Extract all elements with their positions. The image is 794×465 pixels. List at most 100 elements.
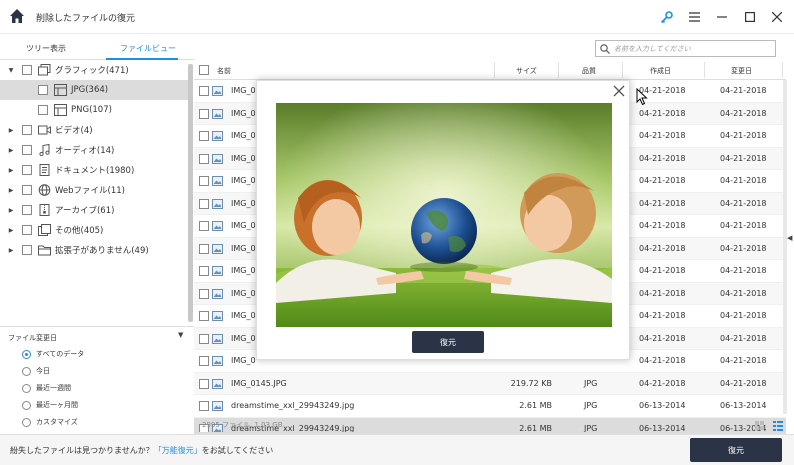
table-row[interactable]: IMG_0145.JPG 219.72 KB JPG 04-21-2018 04-21-… — [194, 372, 786, 395]
radio-button[interactable] — [22, 400, 31, 410]
column-header-size[interactable]: サイズ — [516, 66, 537, 76]
filter-option-custom[interactable]: カスタマイズ — [22, 417, 78, 427]
chevron-right-icon[interactable]: ▶ — [6, 127, 16, 134]
row-checkbox[interactable] — [199, 198, 209, 209]
tree-item-png[interactable]: PNG(107) — [0, 100, 188, 120]
tree-scrollbar[interactable] — [188, 64, 193, 322]
file-type: JPG — [584, 378, 598, 388]
row-checkbox[interactable] — [199, 153, 209, 164]
tree-item-web-files[interactable]: ▶ Webファイル(11) — [0, 180, 188, 200]
row-checkbox[interactable] — [199, 176, 209, 186]
row-checkbox[interactable] — [199, 356, 209, 366]
tree-item-other[interactable]: ▶ その他(405) — [0, 220, 188, 240]
radio-button[interactable] — [22, 417, 31, 427]
recover-button[interactable]: 復元 — [690, 438, 782, 462]
checkbox[interactable] — [22, 145, 32, 155]
row-checkbox[interactable] — [199, 243, 209, 254]
tree-item-jpg[interactable]: JPG(364) — [0, 80, 188, 100]
image-file-icon — [212, 153, 223, 164]
checkbox[interactable] — [38, 85, 48, 95]
checkbox[interactable] — [22, 225, 32, 235]
chevron-right-icon[interactable]: ▶ — [6, 247, 16, 254]
preview-recover-button[interactable]: 復元 — [412, 331, 484, 353]
filter-option-today[interactable]: 今日 — [22, 366, 50, 376]
chevron-right-icon[interactable]: ▶ — [6, 207, 16, 214]
key-button[interactable] — [656, 7, 676, 27]
table-scrollbar[interactable] — [783, 80, 787, 414]
created-date: 04-21-2018 — [639, 221, 686, 230]
search-placeholder: 名前を入力してください — [614, 45, 691, 53]
checkbox[interactable] — [22, 245, 32, 255]
maximize-button[interactable] — [740, 7, 760, 27]
preview-image — [276, 103, 612, 327]
table-row[interactable]: dreamstime_xxl_29943249.jpg 2.61 MB JPG 06-… — [194, 395, 786, 418]
tree-item-label: Webファイル(11) — [55, 186, 125, 196]
row-checkbox[interactable] — [199, 311, 209, 321]
tree-item-no-extension[interactable]: ▶ 拡張子がありません(49) — [0, 240, 188, 260]
search-icon — [600, 44, 610, 54]
tree-item-audio[interactable]: ▶ オーディオ(14) — [0, 140, 188, 160]
chevron-right-icon[interactable]: ▶ — [6, 187, 16, 194]
deep-recovery-link[interactable]: 「万能復元」 — [154, 446, 202, 455]
filter-option-week[interactable]: 最近一週間 — [22, 383, 71, 393]
close-icon[interactable] — [613, 85, 625, 97]
row-checkbox[interactable] — [199, 108, 209, 119]
home-icon[interactable] — [9, 8, 25, 24]
tree-item-documents[interactable]: ▶ ドキュメント(1980) — [0, 160, 188, 180]
tree-item-archives[interactable]: ▶ アーカイブ(61) — [0, 200, 188, 220]
row-checkbox[interactable] — [199, 86, 209, 96]
file-type-tree: ▼ グラフィック(471) JPG(364) PNG(107) ▶ ビデオ(4)… — [0, 60, 188, 322]
checkbox[interactable] — [22, 65, 32, 75]
row-checkbox[interactable] — [199, 221, 209, 231]
tab-file-view[interactable]: ファイルビュー — [120, 43, 176, 54]
checkbox[interactable] — [22, 125, 32, 135]
column-divider — [622, 62, 623, 78]
checkbox[interactable] — [22, 165, 32, 175]
select-all-checkbox[interactable] — [199, 65, 209, 75]
column-header-created[interactable]: 作成日 — [650, 66, 671, 76]
row-checkbox[interactable] — [199, 378, 209, 389]
checkbox[interactable] — [38, 105, 48, 115]
file-count-status: 2995 ファイル, 1.03 GB — [202, 421, 283, 429]
radio-button[interactable] — [22, 366, 31, 376]
other-icon — [38, 224, 51, 236]
tab-tree-view[interactable]: ツリー表示 — [26, 43, 66, 54]
row-checkbox[interactable] — [199, 266, 209, 276]
tree-item-label: その他(405) — [55, 226, 104, 236]
chevron-right-icon[interactable]: ▶ — [6, 147, 16, 154]
checkbox[interactable] — [22, 185, 32, 195]
close-button[interactable] — [767, 7, 787, 27]
modified-date: 04-21-2018 — [720, 243, 767, 253]
tree-item-graphics[interactable]: ▼ グラフィック(471) — [0, 60, 188, 80]
grid-view-icon[interactable] — [755, 421, 764, 430]
chevron-right-icon[interactable]: ▶ — [6, 227, 16, 234]
mouse-cursor-icon — [636, 88, 648, 106]
row-checkbox[interactable] — [199, 131, 209, 141]
menu-button[interactable] — [684, 7, 704, 27]
radio-button[interactable] — [22, 383, 31, 393]
column-header-type[interactable]: 品質 — [582, 66, 596, 76]
tree-item-label: JPG(364) — [71, 85, 109, 95]
radio-button[interactable] — [22, 349, 31, 359]
column-divider — [782, 62, 783, 78]
column-header-modified[interactable]: 変更日 — [731, 66, 752, 76]
chevron-left-icon[interactable]: ◀ — [787, 234, 792, 242]
chevron-down-icon[interactable]: ▼ — [178, 331, 183, 339]
filter-option-month[interactable]: 最近一ヶ月間 — [22, 400, 78, 410]
file-name: dreamstime_xxl_29943249.jpg — [231, 401, 355, 410]
modified-date: 04-21-2018 — [720, 86, 767, 95]
row-checkbox[interactable] — [199, 401, 209, 411]
column-divider — [558, 62, 559, 78]
search-input[interactable]: 名前を入力してください — [595, 40, 776, 57]
row-checkbox[interactable] — [199, 288, 209, 299]
chevron-down-icon[interactable]: ▼ — [6, 67, 16, 74]
filter-option-all[interactable]: すべてのデータ — [22, 349, 84, 359]
list-view-icon[interactable] — [773, 421, 783, 431]
checkbox[interactable] — [22, 205, 32, 215]
tree-item-video[interactable]: ▶ ビデオ(4) — [0, 120, 188, 140]
column-header-name[interactable]: 名前 — [217, 66, 231, 76]
chevron-right-icon[interactable]: ▶ — [6, 167, 16, 174]
minimize-button[interactable] — [712, 7, 732, 27]
video-icon — [38, 125, 51, 135]
row-checkbox[interactable] — [199, 333, 209, 344]
